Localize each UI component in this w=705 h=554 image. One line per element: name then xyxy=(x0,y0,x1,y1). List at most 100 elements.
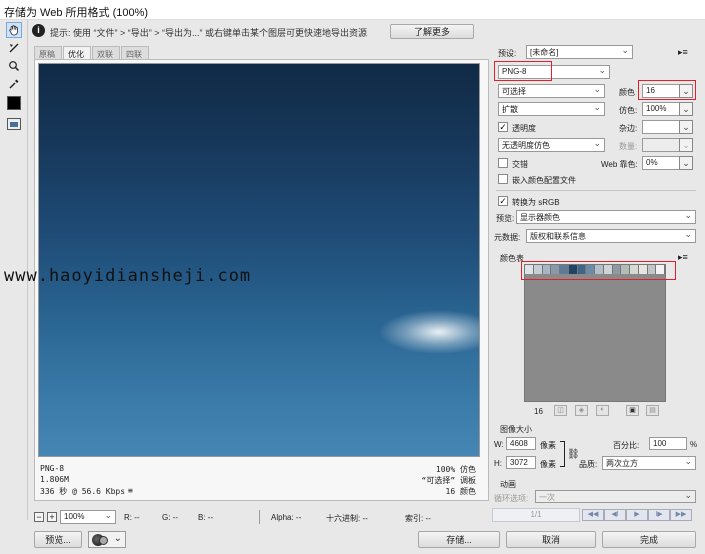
hint-text: 提示: 使用 “文件” > “导出” > “导出为...” 或右键单击某个图层可… xyxy=(50,28,368,38)
new-color-icon[interactable]: ▣ xyxy=(626,405,639,416)
play-button[interactable]: ▶ xyxy=(626,509,648,521)
last-frame-button[interactable]: ▶▶ xyxy=(670,509,692,521)
eyedropper-color-icon[interactable] xyxy=(7,96,21,110)
transparency-label: 透明度 xyxy=(512,124,536,133)
preview-label: 预览: xyxy=(496,214,515,223)
width-input[interactable]: 4608 xyxy=(506,437,536,450)
percent-input[interactable]: 100 xyxy=(649,437,687,450)
info-menu-icon[interactable]: ≡ xyxy=(128,486,133,495)
info-time: 336 秒 @ 56.6 Kbps xyxy=(40,487,126,496)
colors-label: 颜色 xyxy=(619,88,635,97)
eyedropper-icon[interactable] xyxy=(6,76,22,92)
next-frame-button[interactable]: I▶ xyxy=(648,509,670,521)
zoom-in-button[interactable]: + xyxy=(47,512,57,522)
readout-hex: 十六进制: -- xyxy=(326,514,368,523)
preset-select[interactable]: [未命名] xyxy=(526,45,633,59)
prev-frame-button[interactable]: ◀I xyxy=(604,509,626,521)
dither-algo-select[interactable]: 扩散 xyxy=(498,102,605,116)
tab-original[interactable]: 原稿 xyxy=(34,46,62,59)
browser-select[interactable]: ⌄ xyxy=(88,531,126,548)
metadata-label: 元数据: xyxy=(494,233,521,242)
divider xyxy=(496,190,696,191)
info-size: 1.806M xyxy=(40,475,69,484)
web-shift-icon[interactable]: ◈ xyxy=(575,405,588,416)
preset-label: 预设: xyxy=(498,49,517,58)
image-size-label: 图像大小 xyxy=(500,425,532,434)
tab-optimized[interactable]: 优化 xyxy=(63,46,91,59)
width-unit: 像素 xyxy=(540,441,556,450)
dither-input[interactable]: 100% xyxy=(642,102,680,116)
readout-b: B: -- xyxy=(198,513,214,522)
readout-alpha: Alpha: -- xyxy=(271,513,302,522)
save-button[interactable]: 存储... xyxy=(418,531,500,548)
matte-input[interactable] xyxy=(642,120,680,134)
metadata-select[interactable]: 版权和联系信息 xyxy=(526,229,696,243)
quality-label: 品质: xyxy=(579,460,598,469)
web-snap-input[interactable]: 0% xyxy=(642,156,680,170)
hand-icon[interactable] xyxy=(6,22,22,38)
reduction-select[interactable]: 可选择 xyxy=(498,84,605,98)
tab-2up[interactable]: 双联 xyxy=(92,46,120,59)
preview-button[interactable]: 预览... xyxy=(34,531,82,548)
highlight-color-table xyxy=(521,261,676,280)
embed-profile-label: 嵌入颜色配置文件 xyxy=(512,176,576,185)
readout-index: 索引: -- xyxy=(405,514,431,523)
delete-color-icon[interactable]: ▤ xyxy=(646,405,659,416)
convert-srgb-label: 转换为 sRGB xyxy=(512,198,560,207)
preview-image[interactable] xyxy=(38,63,480,457)
done-button[interactable]: 完成 xyxy=(602,531,696,548)
highlight-colors xyxy=(638,80,696,100)
slice-select-icon[interactable] xyxy=(6,40,22,56)
percent-label: 百分比: xyxy=(613,441,640,450)
chain-link-icon[interactable]: ⛓ xyxy=(567,449,580,460)
color-table-menu-icon[interactable]: ▸≡ xyxy=(678,252,688,263)
zoom-select[interactable]: 100% xyxy=(60,510,116,524)
color-count: 16 xyxy=(534,407,543,416)
width-label: W: xyxy=(494,440,504,449)
dither-label: 仿色: xyxy=(619,106,638,115)
frame-counter: 1/1 xyxy=(492,508,580,522)
embed-profile-checkbox[interactable] xyxy=(498,174,508,184)
map-color-icon[interactable]: ◫ xyxy=(554,405,567,416)
window-title: 存储为 Web 所用格式 (100%) xyxy=(4,7,149,19)
readout-g: G: -- xyxy=(162,513,178,522)
learn-more-button[interactable]: 了解更多 xyxy=(390,24,474,39)
color-table xyxy=(524,264,666,402)
height-input[interactable]: 3072 xyxy=(506,456,536,469)
lock-color-icon[interactable]: ◐ xyxy=(596,405,609,416)
zoom-out-button[interactable]: − xyxy=(34,512,44,522)
info-dither: 100% 仿色 xyxy=(435,465,476,474)
first-frame-button[interactable]: ◀◀ xyxy=(582,509,604,521)
matte-dropdown[interactable]: ⌄ xyxy=(679,120,693,134)
browser-icon-2 xyxy=(99,536,108,545)
height-unit: 像素 xyxy=(540,460,556,469)
matte-label: 杂边: xyxy=(619,124,638,133)
web-snap-label: Web 靠色: xyxy=(601,160,638,169)
preview-select[interactable]: 显示器颜色 xyxy=(516,210,696,224)
zoom-icon[interactable] xyxy=(6,58,22,74)
link-bracket xyxy=(560,441,565,467)
height-label: H: xyxy=(494,459,502,468)
loop-select: 一次 xyxy=(535,490,696,503)
transparency-dither-select[interactable]: 无透明度仿色 xyxy=(498,138,605,152)
quality-select[interactable]: 两次立方 xyxy=(602,456,696,470)
amount-input xyxy=(642,138,680,152)
preset-menu-icon[interactable]: ▸≡ xyxy=(678,47,688,58)
web-snap-dropdown[interactable]: ⌄ xyxy=(679,156,693,170)
loop-label: 循环选项: xyxy=(494,494,529,503)
transparency-checkbox[interactable]: ✓ xyxy=(498,122,508,132)
info-palette: “可选择” 调板 xyxy=(421,476,476,485)
interlaced-checkbox[interactable] xyxy=(498,158,508,168)
info-format: PNG-8 xyxy=(40,464,65,473)
toggle-slices-icon[interactable] xyxy=(7,118,21,130)
info-icon: i xyxy=(32,24,45,37)
tab-4up[interactable]: 四联 xyxy=(121,46,149,59)
animation-label: 动画 xyxy=(500,480,516,489)
cancel-button[interactable]: 取消 xyxy=(506,531,596,548)
dither-dropdown[interactable]: ⌄ xyxy=(679,102,693,116)
amount-label: 数量: xyxy=(619,142,638,151)
divider xyxy=(259,510,260,524)
convert-srgb-checkbox[interactable]: ✓ xyxy=(498,196,508,206)
readout-r: R: -- xyxy=(124,513,140,522)
amount-dropdown: ⌄ xyxy=(679,138,693,152)
